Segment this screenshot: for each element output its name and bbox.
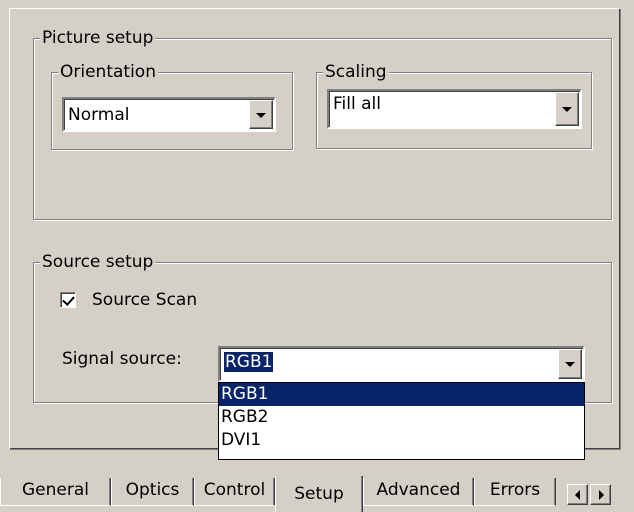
source-scan-checkbox[interactable] <box>60 292 76 308</box>
signal-source-value-text: RGB1 <box>224 352 274 372</box>
tab-optics[interactable]: Optics <box>111 478 194 506</box>
signal-source-dropdown-button[interactable] <box>558 349 582 379</box>
orientation-label: Orientation <box>58 62 158 82</box>
checkmark-icon <box>62 293 75 306</box>
dropdown-option[interactable]: RGB1 <box>219 383 584 406</box>
signal-source-label: Signal source: <box>62 349 182 369</box>
tab-advanced[interactable]: Advanced <box>363 478 474 506</box>
tab-general[interactable]: General <box>0 478 111 506</box>
signal-source-value: RGB1 <box>224 351 274 373</box>
source-scan-label[interactable]: Source Scan <box>92 289 197 311</box>
scaling-label: Scaling <box>323 62 389 82</box>
chevron-down-icon <box>562 107 572 112</box>
orientation-select[interactable]: Normal <box>62 97 276 132</box>
orientation-dropdown-button[interactable] <box>249 100 273 129</box>
chevron-down-icon <box>256 112 266 118</box>
scaling-value: Fill all <box>333 94 381 114</box>
chevron-down-icon <box>565 362 575 367</box>
dropdown-option[interactable]: RGB2 <box>219 406 584 429</box>
tab-setup[interactable]: Setup <box>275 476 363 512</box>
scaling-select[interactable]: Fill all <box>327 89 582 129</box>
tab-scroll-left-button[interactable] <box>567 484 588 505</box>
scaling-dropdown-button[interactable] <box>555 92 579 126</box>
picture-setup-label: Picture setup <box>40 28 156 48</box>
tab-errors[interactable]: Errors <box>474 478 556 506</box>
signal-source-select[interactable]: RGB1 <box>218 346 585 382</box>
tab-control[interactable]: Control <box>194 478 275 506</box>
tab-scroll-right-button[interactable] <box>590 484 611 505</box>
orientation-value: Normal <box>68 105 130 125</box>
source-setup-label: Source setup <box>40 252 156 272</box>
signal-source-dropdown-list: RGB1 RGB2 DVI1 <box>218 382 585 460</box>
arrow-right-icon <box>598 489 604 500</box>
dropdown-option[interactable]: DVI1 <box>219 429 584 452</box>
arrow-left-icon <box>574 489 580 500</box>
